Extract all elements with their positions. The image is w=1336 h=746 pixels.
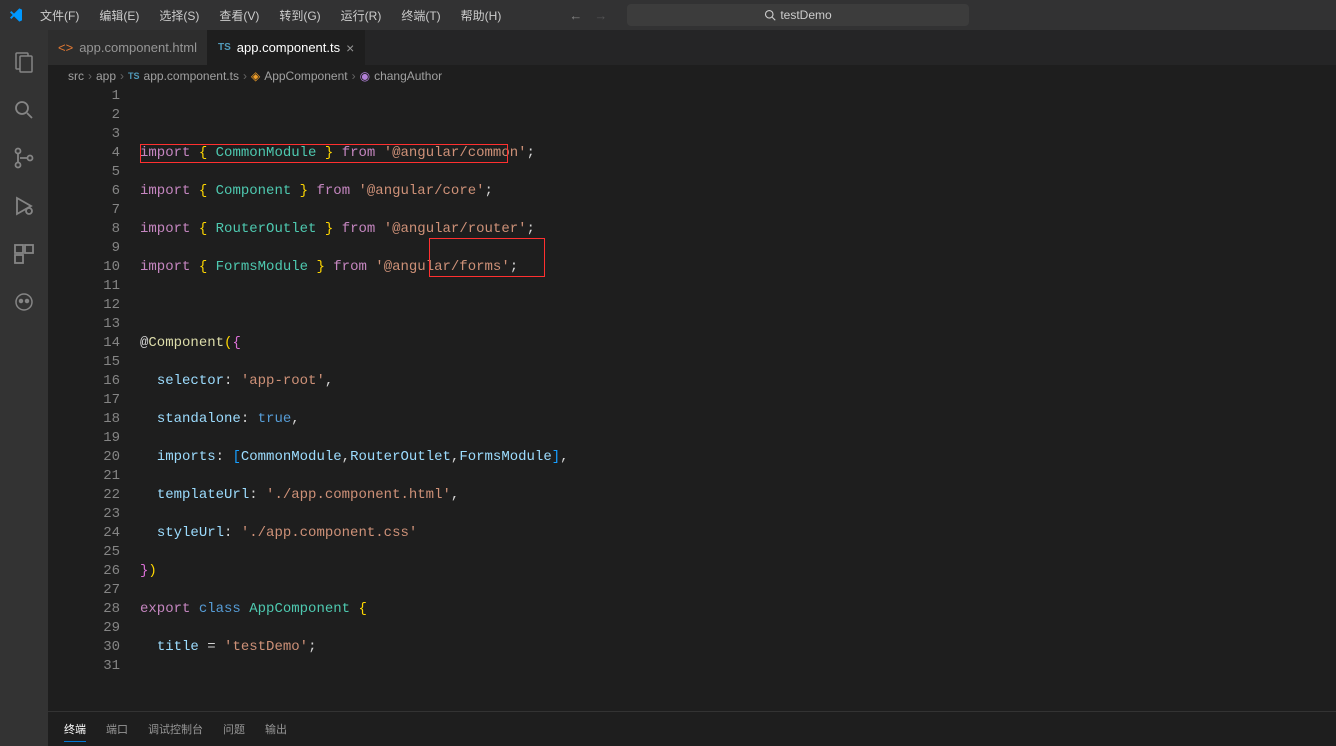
menu-edit[interactable]: 编辑(E) [91,3,147,28]
activity-search[interactable] [0,86,48,134]
chevron-right-icon: › [352,69,356,83]
nav-forward-icon[interactable]: → [594,8,607,23]
activity-run-debug[interactable] [0,182,48,230]
line-numbers: 1234567891011121314151617181920212223242… [48,87,140,711]
tab-label: app.component.html [79,40,197,55]
menu-file[interactable]: 文件(F) [32,3,87,28]
panel-tab-ports[interactable]: 端口 [106,717,128,741]
method-icon: ◉ [360,69,370,83]
activity-extensions[interactable] [0,230,48,278]
nav-back-icon[interactable]: ← [569,8,582,23]
ts-file-icon: TS [128,71,140,81]
code-content[interactable]: import { CommonModule } from '@angular/c… [140,87,1336,711]
breadcrumb: src › app › TSapp.component.ts › ◈AppCom… [48,65,1336,87]
class-icon: ◈ [251,69,260,83]
menu-view[interactable]: 查看(V) [211,3,267,28]
menu-terminal[interactable]: 终端(T) [393,3,448,28]
breadcrumb-src[interactable]: src [68,69,84,83]
activity-copilot[interactable] [0,278,48,326]
panel-tab-debug-console[interactable]: 调试控制台 [148,717,203,741]
activity-explorer[interactable] [0,38,48,86]
ts-file-icon: TS [218,42,231,53]
menu-help[interactable]: 帮助(H) [453,3,510,28]
tab-app-component-html[interactable]: <> app.component.html [48,30,208,65]
nav-arrows: ← → [569,8,607,23]
breadcrumb-class[interactable]: ◈AppComponent [251,69,348,83]
activity-bar [0,30,48,746]
chevron-right-icon: › [88,69,92,83]
search-text: testDemo [780,8,831,22]
breadcrumb-file[interactable]: TSapp.component.ts [128,69,239,83]
menu-run[interactable]: 运行(R) [333,3,390,28]
breadcrumb-method[interactable]: ◉changAuthor [360,69,443,83]
chevron-right-icon: › [243,69,247,83]
menu-goto[interactable]: 转到(G) [271,3,328,28]
editor-area: <> app.component.html TS app.component.t… [48,30,1336,746]
menu-select[interactable]: 选择(S) [151,3,207,28]
chevron-right-icon: › [120,69,124,83]
panel-tab-terminal[interactable]: 终端 [64,717,86,742]
html-file-icon: <> [58,40,73,55]
editor-tabs: <> app.component.html TS app.component.t… [48,30,1336,65]
tab-label: app.component.ts [237,40,340,55]
vscode-logo-icon [8,7,24,23]
bottom-panel: 终端 端口 调试控制台 问题 输出 [48,711,1336,746]
panel-tab-output[interactable]: 输出 [265,717,287,741]
command-center[interactable]: testDemo [627,4,968,26]
panel-tab-problems[interactable]: 问题 [223,717,245,741]
breadcrumb-app[interactable]: app [96,69,116,83]
main-menu: 文件(F) 编辑(E) 选择(S) 查看(V) 转到(G) 运行(R) 终端(T… [32,3,509,28]
close-icon[interactable]: × [346,40,354,56]
search-icon [764,9,776,21]
titlebar: 文件(F) 编辑(E) 选择(S) 查看(V) 转到(G) 运行(R) 终端(T… [0,0,1336,30]
code-editor[interactable]: 1234567891011121314151617181920212223242… [48,87,1336,711]
activity-source-control[interactable] [0,134,48,182]
tab-app-component-ts[interactable]: TS app.component.ts × [208,30,365,65]
